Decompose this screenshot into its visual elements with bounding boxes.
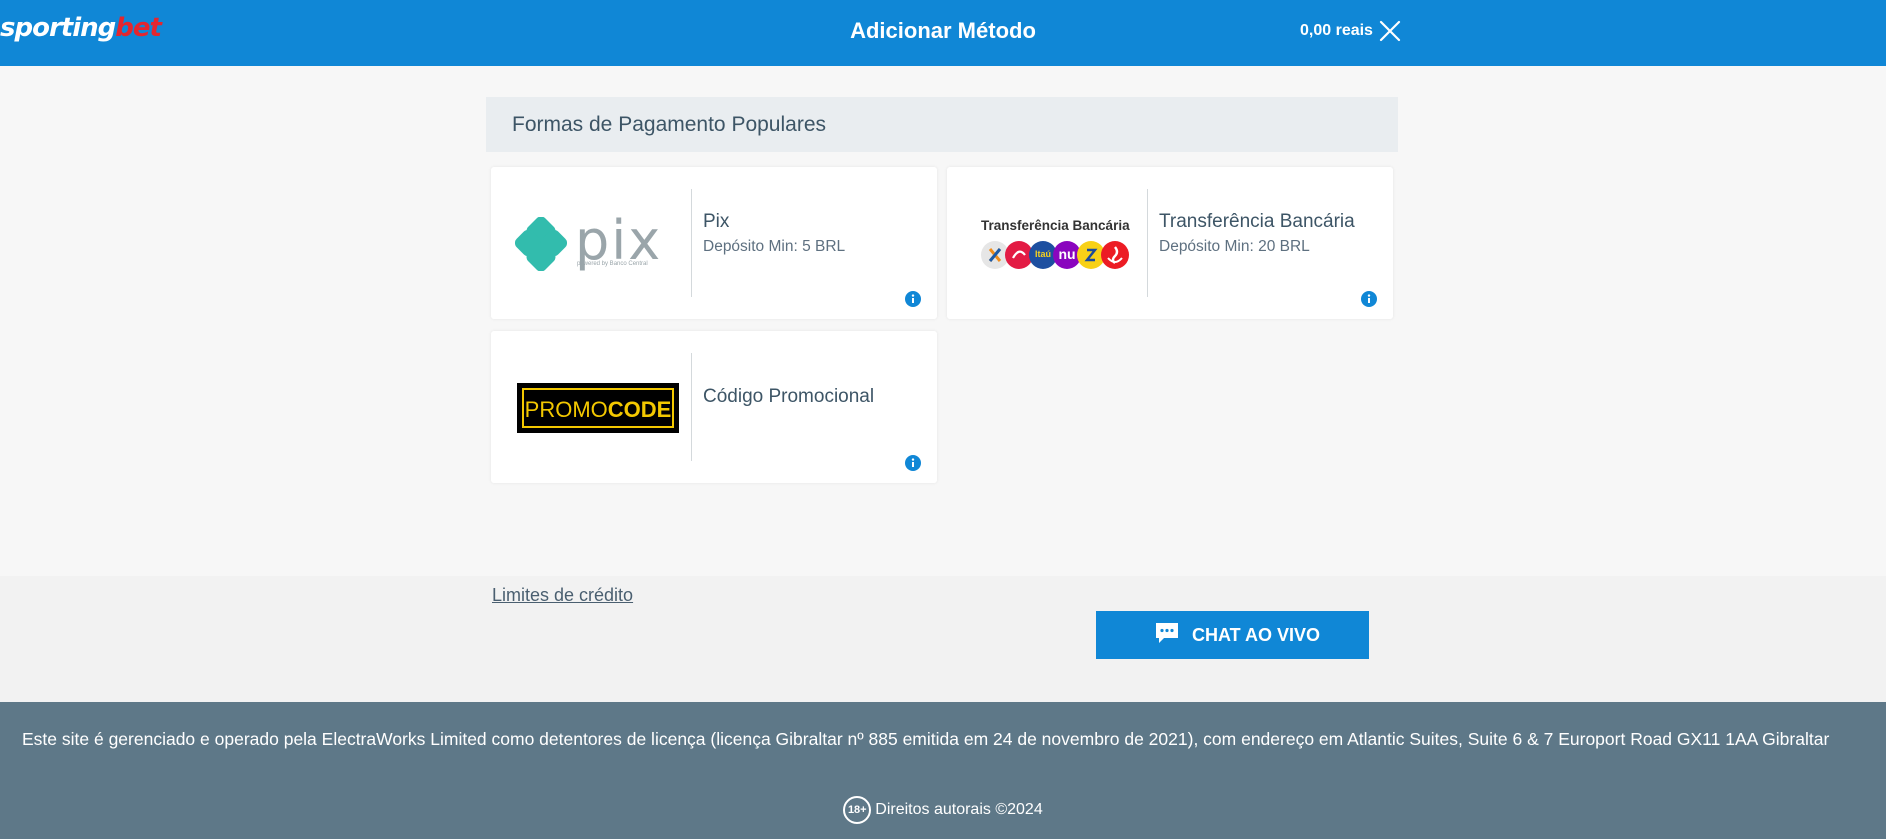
method-name: Transferência Bancária bbox=[1159, 211, 1355, 232]
copyright-text: Direitos autorais ©2024 bbox=[875, 801, 1043, 818]
age-restriction-badge: 18+ bbox=[843, 796, 872, 824]
footer-license-text: Este site é gerenciado e operado pela El… bbox=[22, 729, 1830, 749]
balance-display: 0,00 reais bbox=[1300, 22, 1373, 39]
pix-diamond-icon bbox=[515, 217, 567, 271]
chat-bubble-icon bbox=[1154, 621, 1180, 645]
santander-icon bbox=[1101, 241, 1129, 269]
live-chat-label: CHAT AO VIVO bbox=[1192, 625, 1321, 645]
card-divider bbox=[691, 189, 692, 297]
top-bar: sportingbet Adicionar Método 0,00 reais bbox=[0, 0, 1886, 66]
promo-logo-frame: PROMOCODE bbox=[522, 388, 674, 428]
pix-logo: pix powered by Banco Central bbox=[515, 209, 675, 273]
pix-logo-tagline: powered by Banco Central bbox=[577, 261, 648, 267]
info-icon[interactable] bbox=[905, 455, 921, 471]
bottom-area bbox=[0, 576, 1886, 702]
close-icon[interactable] bbox=[1378, 19, 1402, 43]
section-title: Formas de Pagamento Populares bbox=[512, 113, 827, 136]
card-divider bbox=[1147, 189, 1148, 297]
page-title: Adicionar Método bbox=[850, 18, 1036, 43]
credit-limits-link[interactable]: Limites de crédito bbox=[492, 585, 633, 606]
payment-method-bank-transfer[interactable]: Transferência Bancária Itaú nu Transferê… bbox=[947, 167, 1393, 319]
payment-method-pix[interactable]: pix powered by Banco Central Pix Depósit… bbox=[491, 167, 937, 319]
promo-logo-text: PROMOCODE bbox=[524, 397, 672, 423]
method-min-deposit: Depósito Min: 20 BRL bbox=[1159, 238, 1310, 255]
method-name: Pix bbox=[703, 211, 730, 232]
method-name: Código Promocional bbox=[703, 386, 875, 407]
info-icon[interactable] bbox=[905, 291, 921, 307]
code-logo-word: CODE bbox=[607, 397, 672, 422]
promo-code-logo: PROMOCODE bbox=[517, 383, 679, 433]
footer: Este site é gerenciado e operado pela El… bbox=[0, 702, 1886, 839]
live-chat-button[interactable]: CHAT AO VIVO bbox=[1096, 611, 1369, 659]
bank-logo-text: Transferência Bancária bbox=[981, 218, 1130, 233]
section-header: Formas de Pagamento Populares bbox=[486, 97, 1398, 152]
promo-logo-word: PROMO bbox=[524, 397, 608, 422]
copyright: 18+ Direitos autorais ©2024 bbox=[0, 796, 1886, 824]
method-min-deposit: Depósito Min: 5 BRL bbox=[703, 238, 846, 255]
payment-method-promo-code[interactable]: PROMOCODE Código Promocional bbox=[491, 331, 937, 483]
info-icon[interactable] bbox=[1361, 291, 1377, 307]
card-divider bbox=[691, 353, 692, 461]
